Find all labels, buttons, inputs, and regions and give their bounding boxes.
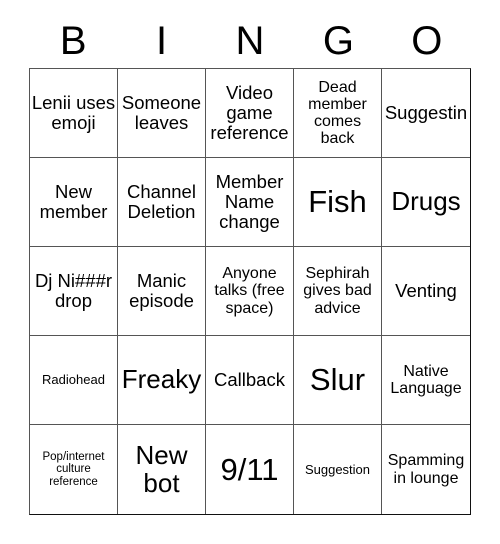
bingo-header-letter-g: G <box>322 18 354 63</box>
bingo-cell-label: Video game reference <box>210 82 289 143</box>
bingo-cell-r4c4[interactable]: Slur <box>294 336 382 425</box>
bingo-cell-r5c2[interactable]: New bot <box>118 425 206 514</box>
bingo-header-letter-i: I <box>156 18 168 63</box>
bingo-cell-r2c5[interactable]: Drugs <box>382 158 470 247</box>
bingo-cell-label: Venting <box>395 280 457 302</box>
bingo-header-letter-b: B <box>59 18 87 63</box>
bingo-cell-r1c3[interactable]: Video game reference <box>206 69 294 158</box>
bingo-cell-label: Sephirah gives bad advice <box>303 265 372 317</box>
bingo-cell-label: Manic episode <box>129 270 194 311</box>
bingo-cell-r1c5[interactable]: Suggestin <box>382 69 470 158</box>
bingo-cell-label: Anyone talks (free space) <box>214 265 285 317</box>
bingo-header-letter-n: N <box>235 18 265 63</box>
bingo-cell-r4c1[interactable]: Radiohead <box>30 336 118 425</box>
bingo-cell-label: Channel Deletion <box>127 181 196 222</box>
bingo-cell-r5c5[interactable]: Spamming in lounge <box>382 425 470 514</box>
bingo-cell-r4c5[interactable]: Native Language <box>382 336 470 425</box>
bingo-cell-label: Drugs <box>391 186 461 217</box>
bingo-cell-label: Freaky <box>121 364 202 395</box>
bingo-cell-r3c4[interactable]: Sephirah gives bad advice <box>294 247 382 336</box>
bingo-cell-label: Pop/internet culture reference <box>42 451 105 488</box>
bingo-cell-r2c1[interactable]: New member <box>30 158 118 247</box>
bingo-cell-label: Suggestin <box>384 102 468 124</box>
bingo-cell-r1c4[interactable]: Dead member comes back <box>294 69 382 158</box>
bingo-cell-r4c2[interactable]: Freaky <box>118 336 206 425</box>
bingo-cell-label: Dead member comes back <box>308 78 367 148</box>
bingo-cell-label: 9/11 <box>220 451 279 487</box>
bingo-cell-label: New member <box>39 181 108 222</box>
bingo-cell-r2c2[interactable]: Channel Deletion <box>118 158 206 247</box>
bingo-header-row: BINGO <box>29 13 471 68</box>
bingo-card: B I N G O Lenii uses emoji Someone leaves Vide… <box>29 13 471 515</box>
bingo-cell-r1c2[interactable]: Someone leaves <box>118 69 206 158</box>
bingo-cell-r2c4[interactable]: Fish <box>294 158 382 247</box>
bingo-cell-label: Lenii uses emoji <box>31 92 116 133</box>
bingo-cell-label: Someone leaves <box>121 92 202 133</box>
bingo-cell-r3c5[interactable]: Venting <box>382 247 470 336</box>
bingo-cell-label: Slur <box>309 362 366 398</box>
bingo-cell-label: Spamming in lounge <box>387 452 465 487</box>
bingo-cell-label: Callback <box>214 369 285 391</box>
bingo-cell-r3c1[interactable]: Dj Ni###r drop <box>30 247 118 336</box>
bingo-cell-label: Member Name change <box>215 171 284 232</box>
bingo-cell-label: Fish <box>308 184 367 220</box>
bingo-header-letter-o: O <box>411 18 443 63</box>
bingo-cell-r1c1[interactable]: Lenii uses emoji <box>30 69 118 158</box>
bingo-cell-r5c1[interactable]: Pop/internet culture reference <box>30 425 118 514</box>
bingo-cell-label: Dj Ni###r drop <box>34 270 113 311</box>
bingo-cell-r4c3[interactable]: Callback <box>206 336 294 425</box>
bingo-cell-label: Radiohead <box>42 372 105 388</box>
bingo-grid: Lenii uses emoji Someone leaves Video game… <box>29 68 471 515</box>
bingo-cell-r2c3[interactable]: Member Name change <box>206 158 294 247</box>
bingo-cell-r3c2[interactable]: Manic episode <box>118 247 206 336</box>
bingo-cell-label: New bot <box>135 439 188 498</box>
bingo-cell-label: Native Language <box>390 362 462 397</box>
bingo-cell-r5c4[interactable]: Suggestion <box>294 425 382 514</box>
bingo-cell-r5c3[interactable]: 9/11 <box>206 425 294 514</box>
bingo-cell-label: Suggestion <box>304 461 371 477</box>
bingo-cell-r3c3[interactable]: Anyone talks (free space) <box>206 247 294 336</box>
